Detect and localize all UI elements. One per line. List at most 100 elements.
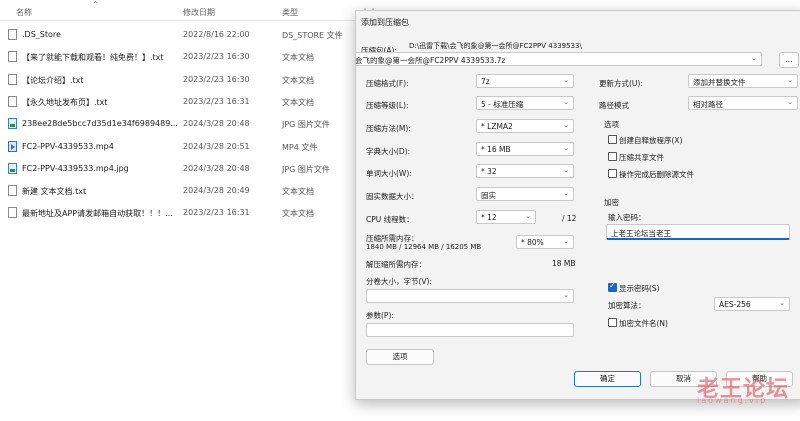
shared-files-checkbox[interactable]	[608, 152, 617, 161]
watermark-subtext: laowang.vip	[697, 396, 768, 405]
file-name: .DS_Store	[22, 30, 61, 39]
chevron-down-icon: ⌄	[751, 54, 757, 62]
file-name: FC2-PPV-4339533.mp4	[22, 141, 114, 151]
file-row[interactable]: FC2-PPV-4339533.mp4 2024/3/28 20:51 MP4 文件	[0, 136, 360, 158]
word-value: * 32	[481, 167, 497, 176]
dict-label: 字典大小(D):	[366, 147, 411, 156]
browse-button[interactable]: ...	[779, 52, 799, 68]
file-row[interactable]: 最新地址及APP请发邮箱自动获取！！！... 2023/2/23 16:31 文本文…	[0, 202, 360, 224]
format-value: 7z	[481, 77, 490, 86]
file-type: 文本文档	[282, 209, 314, 219]
update-value: 添加并替换文件	[693, 78, 746, 87]
delete-after-checkbox[interactable]	[608, 169, 617, 178]
file-date: 2023/2/23 16:30	[183, 52, 250, 62]
dialog-title: 添加到压缩包	[361, 18, 409, 27]
params-label: 参数(P):	[366, 311, 394, 320]
dict-select[interactable]: * 16 MB ⌄	[476, 142, 574, 156]
solid-select[interactable]: 固实 ⌄	[476, 187, 574, 201]
column-header-type[interactable]: 类型	[282, 7, 298, 18]
cpu-value: * 12	[481, 213, 497, 222]
chevron-down-icon: ⌄	[787, 76, 793, 84]
word-select[interactable]: * 32 ⌄	[476, 164, 574, 178]
chevron-down-icon: ⌄	[563, 291, 569, 299]
file-row[interactable]: 【论坛介绍】.txt 2023/2/23 16:30 文本文档	[0, 69, 360, 91]
chevron-down-icon: ⌄	[779, 299, 785, 307]
file-row[interactable]: 【永久地址发布页】.txt 2023/2/23 16:31 文本文档	[0, 91, 360, 113]
method-value: * LZMA2	[481, 122, 513, 131]
mem-decomp-label: 解压缩所需内存：	[366, 260, 426, 269]
chevron-down-icon: ⌄	[563, 121, 569, 129]
sfx-checkbox[interactable]	[608, 135, 617, 144]
cpu-total: / 12	[562, 214, 577, 223]
path-label: 路径模式	[599, 101, 629, 110]
password-input[interactable]: 上老王论坛当老王	[606, 224, 790, 240]
text-file-icon	[8, 51, 17, 63]
enc-method-label: 加密算法：	[608, 301, 646, 310]
chevron-down-icon: ⌄	[563, 189, 569, 197]
file-row[interactable]: FC2-PPV-4339533.mp4.jpg 2024/3/28 20:48 JP…	[0, 158, 360, 180]
password-label: 输入密码：	[608, 213, 646, 222]
format-select[interactable]: 7z ⌄	[476, 74, 574, 88]
enc-method-select[interactable]: AES-256 ⌄	[714, 297, 790, 311]
level-value: 5 - 标准压缩	[481, 100, 524, 109]
mem-decomp-value: 18 MB	[552, 259, 576, 268]
file-date: 2023/2/23 16:31	[183, 96, 250, 106]
file-name: 【来了就能下载和观看！纯免费！】.txt	[22, 53, 164, 63]
options-button[interactable]: 选项	[366, 349, 434, 365]
text-file-icon	[8, 73, 17, 85]
shared-files-label: 压缩共享文件	[619, 153, 664, 162]
column-header-date[interactable]: 修改日期	[183, 7, 215, 18]
mem-usage-select[interactable]: * 80% ⌄	[516, 235, 574, 249]
ok-button[interactable]: 确定	[574, 371, 641, 387]
add-to-archive-dialog: 添加到压缩包 压缩包(A): D:\迅雷下载\会飞的象@第一会所@FC2PPV …	[355, 10, 800, 400]
delete-after-label: 操作完成后删除源文件	[619, 170, 694, 179]
archive-dir-text: D:\迅雷下载\会飞的象@第一会所@FC2PPV 4339533\	[409, 42, 582, 50]
file-type: JPG 图片文件	[282, 120, 330, 130]
file-row[interactable]: 新建 文本文档.txt 2024/3/28 20:49 文本文档	[0, 180, 360, 202]
column-header-name[interactable]: 名称	[16, 7, 32, 18]
show-password-label: 显示密码(S)	[619, 284, 660, 293]
file-row[interactable]: .DS_Store 2022/8/16 22:00 DS_STORE 文件	[0, 24, 360, 46]
file-name: 新建 文本文档.txt	[22, 187, 87, 197]
file-date: 2022/8/16 22:00	[183, 30, 250, 39]
path-mode-select[interactable]: 相对路径 ⌄	[688, 96, 798, 110]
file-date: 2023/2/23 16:31	[183, 208, 250, 218]
cpu-threads-select[interactable]: * 12 ⌄	[476, 210, 536, 224]
image-file-icon	[8, 162, 17, 174]
image-file-icon	[8, 118, 17, 130]
archive-name-value: 会飞的象@第一会所@FC2PPV 4339533.7z	[355, 56, 506, 65]
show-password-checkbox[interactable]	[608, 281, 617, 292]
update-label: 更新方式(U):	[599, 79, 643, 88]
file-date: 2024/3/28 20:51	[183, 141, 250, 151]
file-name: 238ee28de5bcc7d35d1e34f6989489...	[22, 119, 177, 129]
text-file-icon	[8, 207, 17, 219]
archive-path-combobox[interactable]: 会飞的象@第一会所@FC2PPV 4339533.7z ⌄	[355, 52, 762, 66]
word-label: 单词大小(W):	[366, 169, 412, 178]
file-row[interactable]: 238ee28de5bcc7d35d1e34f6989489... 2024/3/…	[0, 113, 360, 135]
encrypt-names-checkbox[interactable]	[608, 318, 617, 327]
chevron-down-icon: ⌄	[525, 212, 531, 220]
method-select[interactable]: * LZMA2 ⌄	[476, 119, 574, 133]
file-type: DS_STORE 文件	[282, 31, 343, 40]
cpu-label: CPU 线程数：	[366, 215, 414, 224]
chevron-down-icon: ⌄	[787, 98, 793, 106]
update-mode-select[interactable]: 添加并替换文件 ⌄	[688, 74, 798, 88]
solid-value: 固实	[481, 191, 496, 200]
file-row[interactable]: 【来了就能下载和观看！纯免费！】.txt 2023/2/23 16:30 文本文档	[0, 46, 360, 68]
mem-comp-value: * 80%	[521, 238, 544, 247]
params-input[interactable]	[366, 323, 574, 337]
level-select[interactable]: 5 - 标准压缩 ⌄	[476, 96, 574, 110]
solid-label: 固实数据大小：	[366, 192, 419, 201]
file-type: 文本文档	[282, 97, 314, 107]
method-label: 压缩方法(M):	[366, 124, 411, 133]
file-date: 2023/2/23 16:30	[183, 74, 250, 84]
encrypt-names-label: 加密文件名(N)	[619, 319, 668, 328]
split-size-combobox[interactable]: ⌄	[366, 289, 574, 303]
split-label: 分卷大小，字节(V):	[366, 277, 433, 286]
path-value: 相对路径	[693, 100, 723, 109]
file-type: 文本文档	[282, 187, 314, 197]
file-date: 2024/3/28 20:48	[183, 163, 250, 173]
password-value: 上老王论坛当老王	[611, 229, 671, 238]
chevron-down-icon: ⌄	[563, 166, 569, 174]
sfx-label: 创建自释放程序(X)	[619, 136, 683, 145]
